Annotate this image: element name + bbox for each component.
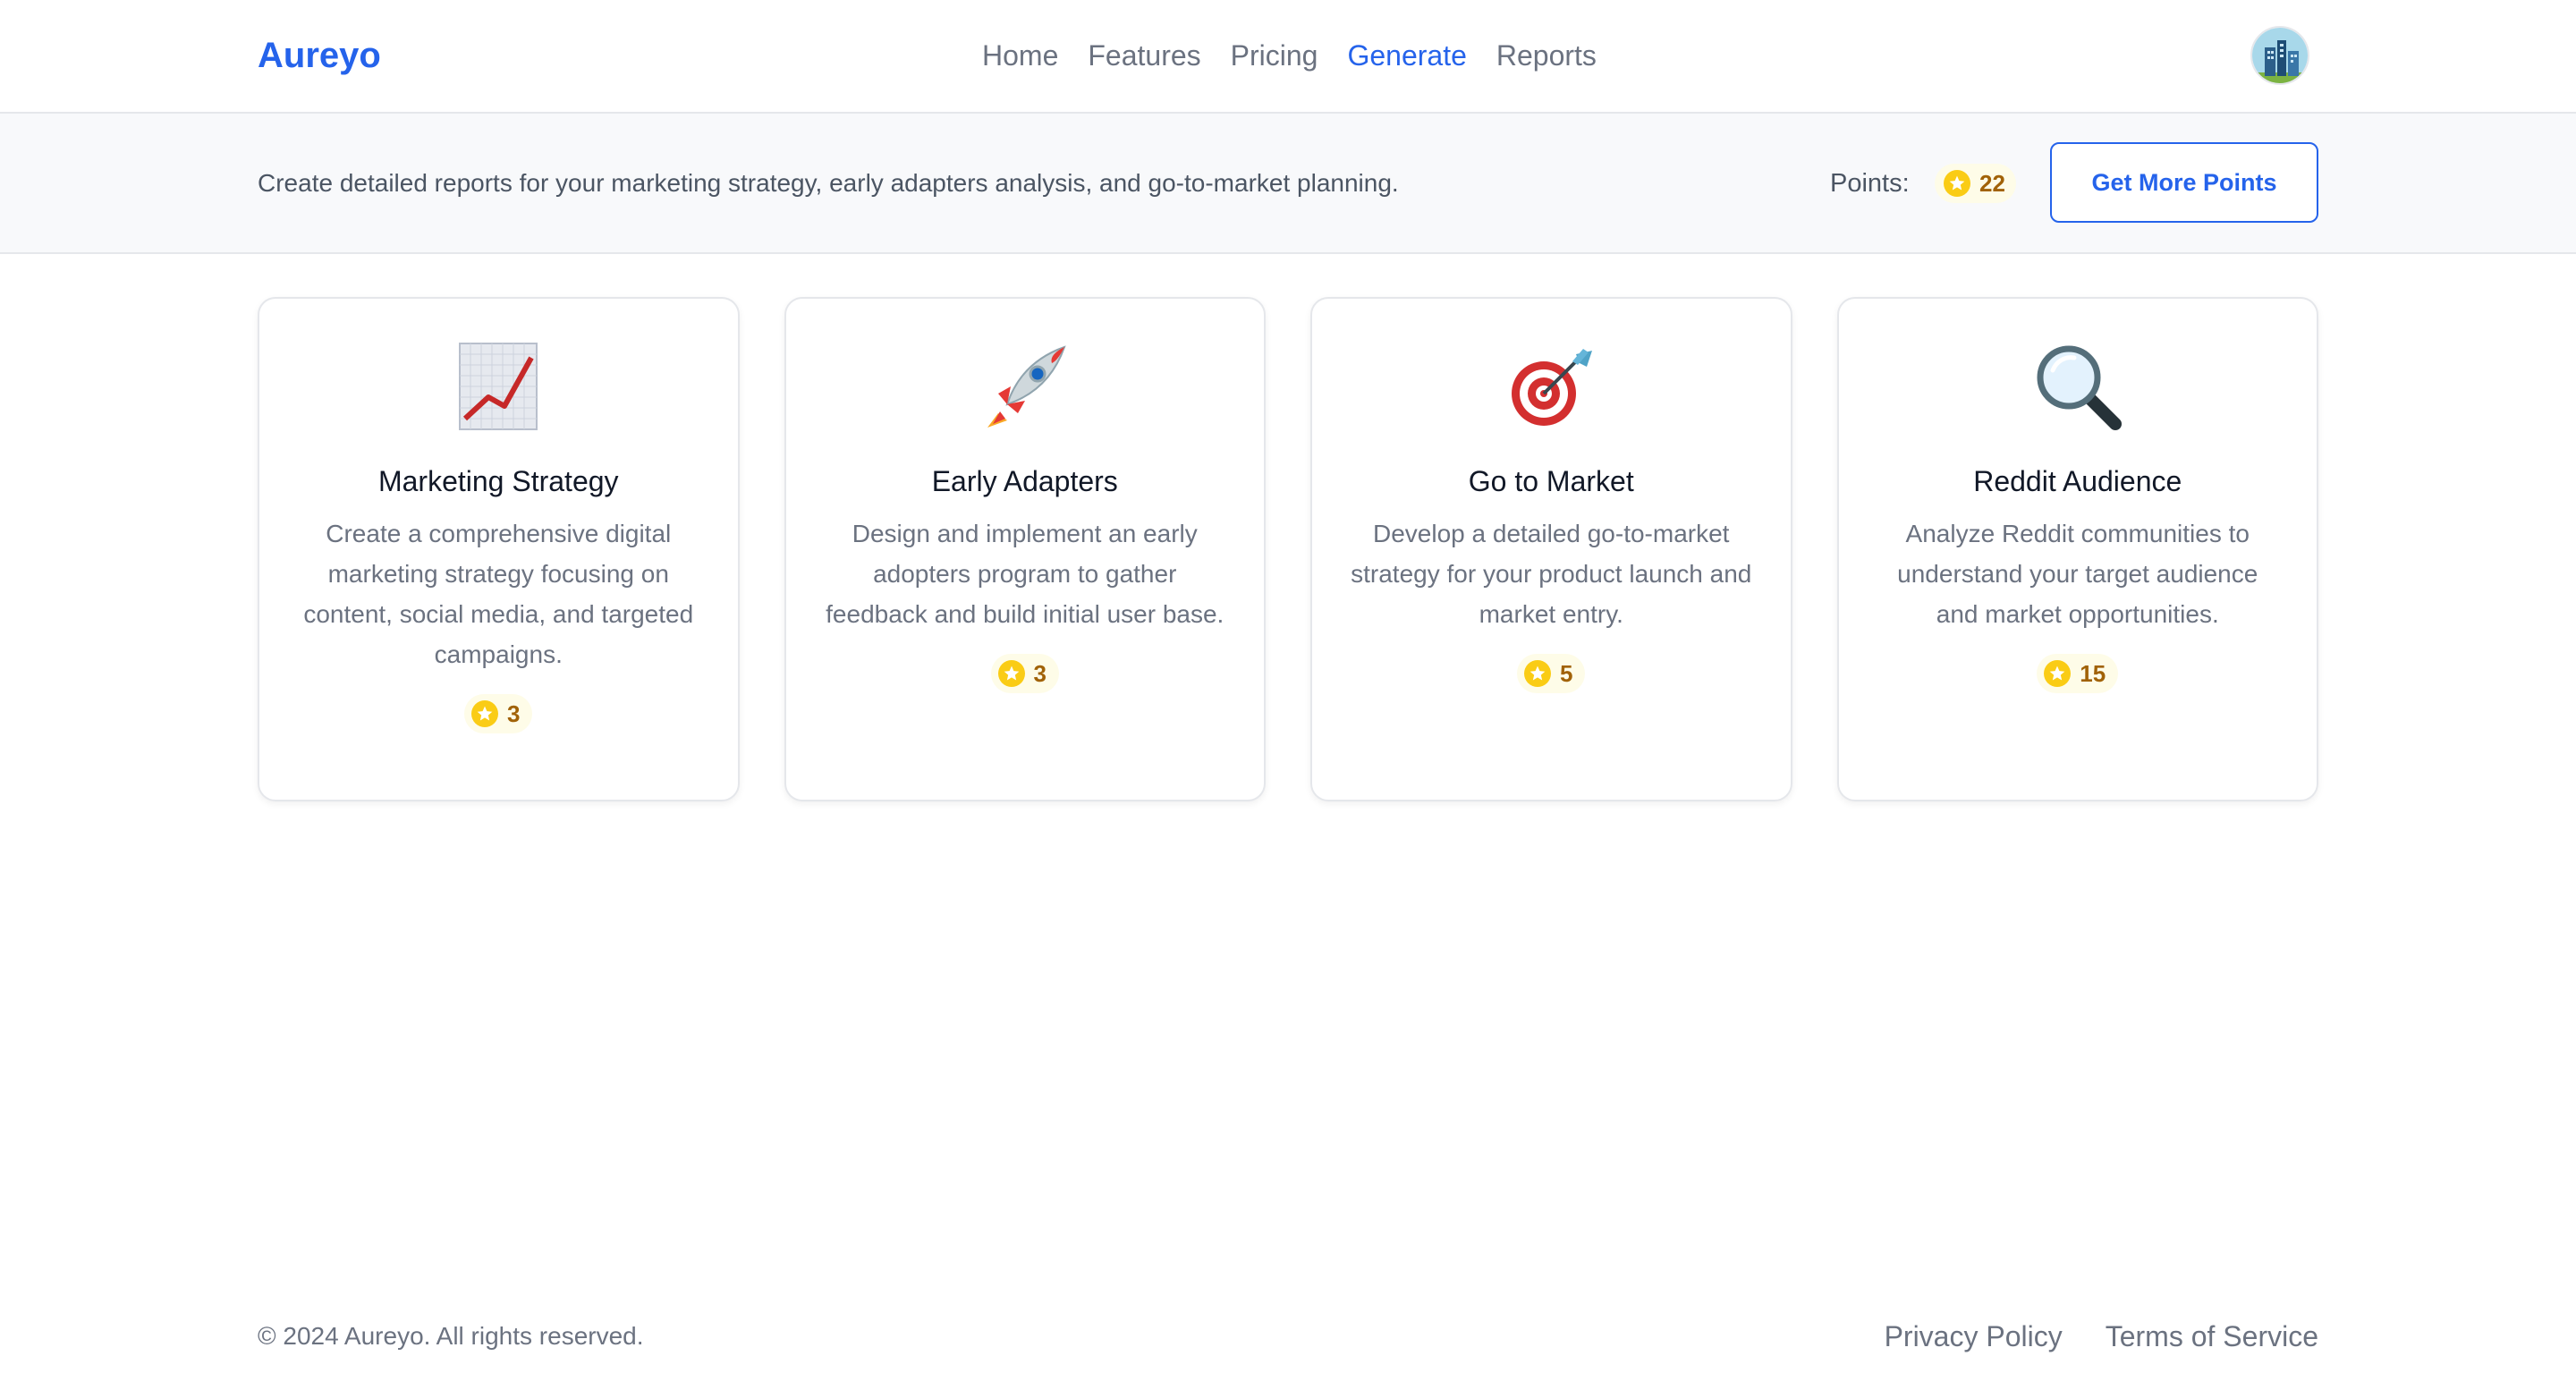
avatar[interactable] (2250, 26, 2309, 85)
get-more-points-button[interactable]: Get More Points (2050, 142, 2318, 223)
avatar-buildings-icon (2252, 28, 2308, 83)
cost-badge: 3 (990, 654, 1059, 693)
card-description: Design and implement an early adopters p… (826, 520, 1224, 628)
report-cards: Marketing Strategy Create a comprehensiv… (258, 297, 2318, 801)
target-icon (1506, 342, 1596, 431)
star-icon (2044, 660, 2072, 687)
card-title: Reddit Audience (1973, 465, 2182, 497)
nav-pricing[interactable]: Pricing (1231, 30, 1318, 81)
main-nav: Home Features Pricing Generate Reports (982, 30, 1597, 81)
chart-increasing-icon (453, 342, 543, 431)
cost-value: 15 (2080, 659, 2106, 687)
rocket-icon (980, 342, 1070, 431)
points-label: Points: (1830, 169, 1910, 198)
points-bar: Create detailed reports for your marketi… (0, 114, 2576, 254)
card-marketing-strategy[interactable]: Marketing Strategy Create a comprehensiv… (258, 297, 740, 801)
card-title: Go to Market (1468, 465, 1634, 497)
card-title: Early Adapters (931, 465, 1118, 497)
nav-features[interactable]: Features (1088, 30, 1200, 81)
star-icon (471, 700, 499, 727)
cost-value: 5 (1560, 659, 1573, 687)
top-header: Aureyo Home Features Pricing Generate Re… (0, 0, 2576, 114)
cost-value: 3 (1033, 659, 1046, 687)
card-title: Marketing Strategy (377, 465, 619, 497)
card-description: Develop a detailed go-to-market strategy… (1351, 520, 1752, 628)
privacy-policy-link[interactable]: Privacy Policy (1885, 1315, 2063, 1358)
card-description: Analyze Reddit communities to understand… (1897, 520, 2258, 628)
footer-links: Privacy Policy Terms of Service (1885, 1315, 2318, 1358)
points-value: 22 (1979, 169, 2005, 197)
star-icon (1524, 660, 1552, 687)
star-icon (997, 660, 1025, 687)
card-early-adapters[interactable]: Early Adapters Design and implement an e… (784, 297, 1266, 801)
terms-of-service-link[interactable]: Terms of Service (2106, 1315, 2318, 1358)
cost-badge: 15 (2037, 654, 2119, 693)
nav-generate[interactable]: Generate (1347, 30, 1466, 81)
card-reddit-audience[interactable]: Reddit Audience Analyze Reddit communiti… (1836, 297, 2318, 801)
magnifying-glass-icon (2033, 342, 2123, 431)
cost-value: 3 (507, 699, 521, 727)
star-icon (1944, 170, 1970, 197)
cost-badge: 3 (464, 694, 533, 733)
nav-home[interactable]: Home (982, 30, 1058, 81)
copyright: © 2024 Aureyo. All rights reserved. (258, 1322, 644, 1350)
page-description: Create detailed reports for your marketi… (258, 169, 1399, 197)
card-go-to-market[interactable]: Go to Market Develop a detailed go-to-ma… (1310, 297, 1792, 801)
nav-reports[interactable]: Reports (1496, 30, 1597, 81)
logo[interactable]: Aureyo (258, 30, 381, 81)
card-description: Create a comprehensive digital marketing… (303, 520, 694, 668)
points-badge: 22 (1935, 164, 2016, 203)
cost-badge: 5 (1517, 654, 1586, 693)
